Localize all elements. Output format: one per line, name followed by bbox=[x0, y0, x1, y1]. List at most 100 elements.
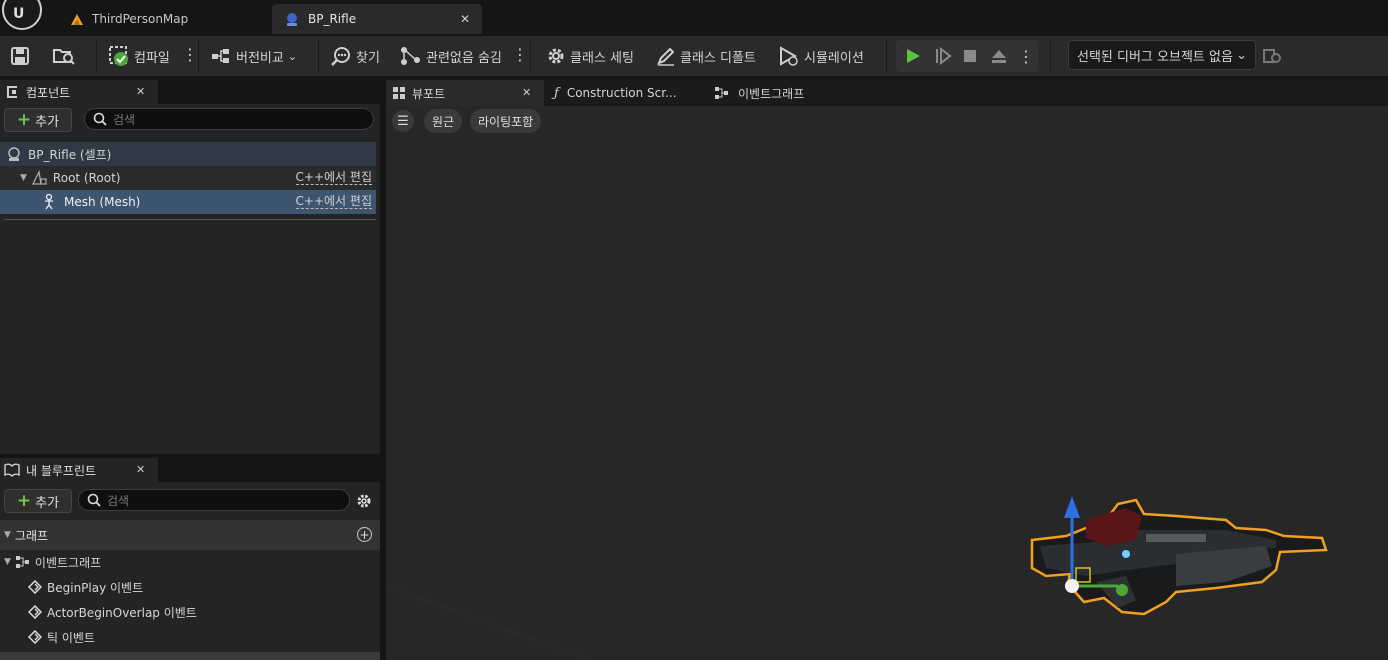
add-component-button[interactable]: + 추가 bbox=[4, 108, 72, 132]
tree-item-root[interactable]: ▼ Root (Root) C++에서 편집 bbox=[0, 166, 376, 190]
tab-label: Construction Scr... bbox=[566, 86, 677, 100]
event-item[interactable]: 틱 이벤트 bbox=[28, 625, 95, 649]
add-member-button[interactable]: + 추가 bbox=[4, 489, 72, 513]
compile-label: 컴파일 bbox=[134, 50, 170, 66]
tab-label: 이벤트그래프 bbox=[738, 86, 805, 101]
hide-options-icon[interactable]: ⋮ bbox=[512, 47, 528, 63]
section-footer bbox=[0, 652, 380, 660]
components-search-input[interactable]: 검색 bbox=[84, 108, 374, 130]
play-controls: ⋮ bbox=[896, 40, 1038, 72]
expand-arrow-icon[interactable]: ▼ bbox=[20, 173, 27, 183]
eject-icon[interactable] bbox=[990, 48, 1008, 64]
compile-button[interactable]: 컴파일 bbox=[108, 36, 170, 76]
event-diamond-icon bbox=[28, 605, 42, 619]
folder-search-icon bbox=[53, 49, 75, 65]
close-icon[interactable]: ✕ bbox=[136, 85, 145, 98]
tree-item-mesh[interactable]: Mesh (Mesh) C++에서 편집 bbox=[0, 190, 376, 214]
edit-in-cpp-link[interactable]: C++에서 편집 bbox=[295, 171, 372, 185]
tab-label: 뷰포트 bbox=[412, 86, 446, 101]
search-placeholder: 검색 bbox=[107, 493, 130, 508]
debug-browse-button[interactable] bbox=[1262, 36, 1282, 76]
stop-icon[interactable] bbox=[962, 48, 978, 64]
actor-icon bbox=[8, 147, 20, 161]
plus-icon: + bbox=[16, 110, 32, 130]
editor-tab-bar: 뷰포트 ✕ ƒ Construction Scr... 이벤트그래프 bbox=[386, 80, 1388, 106]
add-label: 추가 bbox=[35, 114, 60, 130]
tab-my-blueprint[interactable]: 내 블루프린트 ✕ bbox=[0, 458, 158, 482]
edit-in-cpp-link[interactable]: C++에서 편집 bbox=[295, 195, 372, 209]
tab-bp-rifle[interactable]: BP_Rifle ✕ bbox=[272, 4, 482, 34]
level-icon bbox=[71, 14, 83, 25]
play-icon[interactable] bbox=[904, 47, 922, 65]
expand-arrow-icon[interactable]: ▼ bbox=[4, 557, 11, 567]
add-graph-icon[interactable]: + bbox=[357, 527, 372, 542]
hamburger-menu-icon[interactable]: ☰ bbox=[392, 110, 414, 132]
toolbar-separator bbox=[198, 40, 199, 72]
component-tree: BP_Rifle (셀프) ▼ Root (Root) C++에서 편집 Mes… bbox=[0, 142, 376, 214]
lit-mode-label: 라이팅포함 bbox=[478, 114, 534, 129]
tab-thirdpersonmap[interactable]: ThirdPersonMap bbox=[62, 4, 272, 34]
hide-unrelated-button[interactable]: 관련없음 숨김 bbox=[400, 36, 502, 76]
graph-section-header[interactable]: ▼ 그래프 + bbox=[0, 520, 380, 550]
event-item[interactable]: BeginPlay 이벤트 bbox=[28, 575, 143, 599]
hide-unrelated-icon bbox=[401, 47, 420, 65]
simulation-label: 시뮬레이션 bbox=[804, 50, 864, 66]
components-icon bbox=[7, 86, 17, 98]
search-icon bbox=[93, 112, 107, 126]
class-settings-button[interactable]: 클래스 세팅 bbox=[546, 36, 634, 76]
tab-event-graph[interactable]: 이벤트그래프 bbox=[710, 80, 860, 106]
debug-object-select[interactable]: 선택된 디버그 오브젝트 없음 ⌄ bbox=[1068, 40, 1256, 70]
plus-icon: + bbox=[16, 491, 32, 511]
close-icon[interactable]: ✕ bbox=[136, 463, 145, 476]
tree-divider bbox=[4, 219, 376, 220]
browse-button[interactable] bbox=[52, 36, 76, 76]
close-icon[interactable]: ✕ bbox=[522, 86, 531, 99]
lit-mode-button[interactable]: 라이팅포함 bbox=[470, 109, 542, 133]
diff-icon bbox=[212, 49, 229, 63]
blueprint-search-input[interactable]: 검색 bbox=[78, 489, 350, 511]
close-icon[interactable]: ✕ bbox=[460, 12, 470, 26]
step-icon[interactable] bbox=[934, 47, 952, 65]
toolbar: 컴파일 ⋮ 버전비교 ⌄ 찾기 관련없음 숨김 ⋮ 클래스 세팅 클래스 디폴트… bbox=[0, 36, 1388, 76]
compile-options-icon[interactable]: ⋮ bbox=[182, 47, 198, 63]
hide-unrelated-label: 관련없음 숨김 bbox=[426, 50, 502, 66]
event-graph-icon bbox=[15, 556, 29, 568]
simulation-button[interactable]: 시뮬레이션 bbox=[778, 36, 864, 76]
tree-item-self[interactable]: BP_Rifle (셀프) bbox=[0, 142, 376, 166]
play-options-icon[interactable]: ⋮ bbox=[1018, 47, 1034, 66]
skeletal-mesh-icon bbox=[45, 194, 53, 210]
class-defaults-button[interactable]: 클래스 디폴트 bbox=[656, 36, 756, 76]
panel-header-strip bbox=[158, 458, 380, 482]
add-label: 추가 bbox=[35, 495, 60, 511]
tab-construction-script[interactable]: ƒ Construction Scr... bbox=[550, 80, 700, 106]
event-graph-label: 이벤트그래프 bbox=[34, 555, 102, 570]
save-button[interactable] bbox=[10, 36, 30, 76]
tab-viewport[interactable]: 뷰포트 ✕ bbox=[386, 80, 544, 106]
gizmo-origin bbox=[1065, 579, 1079, 593]
viewport[interactable]: ☰ 원근 라이팅포함 bbox=[386, 106, 1388, 660]
perspective-button[interactable]: 원근 bbox=[424, 109, 463, 133]
tab-label: ThirdPersonMap bbox=[92, 12, 189, 26]
my-blueprint-tab-label: 내 블루프린트 bbox=[26, 463, 97, 478]
debug-browse-icon bbox=[1263, 49, 1281, 63]
toolbar-separator bbox=[530, 40, 531, 72]
search-icon bbox=[87, 493, 101, 507]
find-icon bbox=[331, 47, 350, 66]
find-button[interactable]: 찾기 bbox=[330, 36, 380, 76]
event-graph-item[interactable]: ▼ 이벤트그래프 bbox=[4, 550, 101, 574]
rifle-red-part bbox=[1086, 508, 1142, 546]
components-tab-label: 컴포넌트 bbox=[26, 85, 71, 100]
gizmo-y-handle bbox=[1116, 584, 1128, 596]
event-item[interactable]: ActorBeginOverlap 이벤트 bbox=[28, 600, 197, 624]
diff-button[interactable]: 버전비교 ⌄ bbox=[210, 36, 297, 76]
tab-components[interactable]: 컴포넌트 ✕ bbox=[0, 80, 158, 104]
unreal-logo-icon[interactable]: U bbox=[2, 0, 42, 30]
my-blueprint-panel: 내 블루프린트 ✕ + 추가 검색 ▼ 그래프 + ▼ 이벤트그래프 Begin… bbox=[0, 458, 380, 660]
gear-icon bbox=[548, 48, 564, 64]
toolbar-separator bbox=[1050, 40, 1051, 72]
event-label: BeginPlay 이벤트 bbox=[47, 580, 144, 595]
pencil-icon bbox=[657, 47, 675, 66]
rifle-sight bbox=[1122, 550, 1130, 558]
settings-gear-icon[interactable] bbox=[356, 493, 372, 509]
title-bar: U ThirdPersonMap BP_Rifle ✕ bbox=[0, 0, 1388, 38]
